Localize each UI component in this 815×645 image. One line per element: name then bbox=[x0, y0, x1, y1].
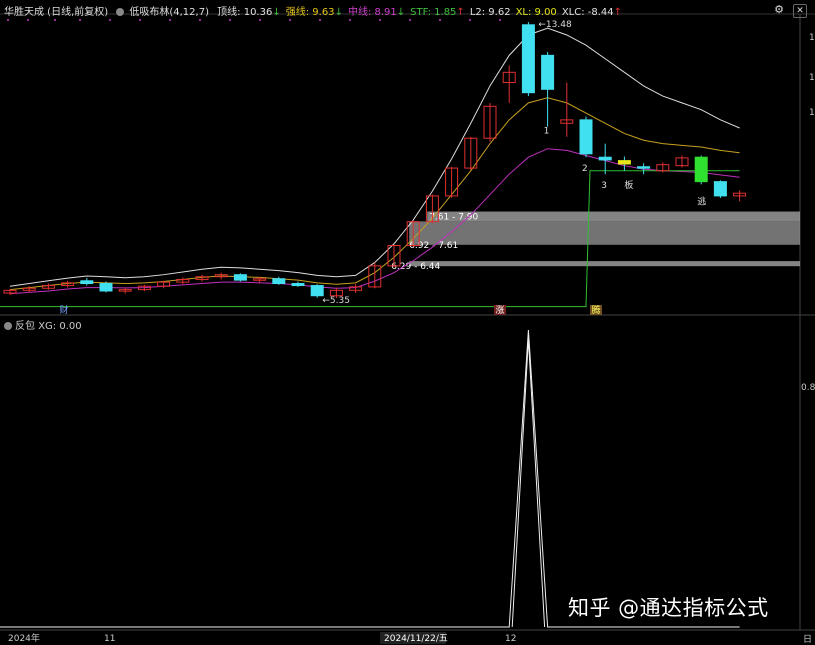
chart-canvas[interactable]: 7.61 - 7.906.92 - 7.616.29 - 6.44←13.48←… bbox=[0, 0, 815, 645]
watermark: 知乎 @通达指标公式 bbox=[568, 596, 769, 620]
top-dot-10 bbox=[289, 19, 291, 21]
right-corner-label: 日 bbox=[803, 634, 812, 645]
top-dot-12 bbox=[349, 19, 351, 21]
indicator-value-1: 强线: 9.63 bbox=[285, 7, 335, 18]
top-dot-1 bbox=[27, 19, 29, 21]
date-label-3: 12 bbox=[505, 634, 516, 644]
top-dot-4 bbox=[109, 19, 111, 21]
candle-body-27 bbox=[521, 24, 535, 94]
top-dot-7 bbox=[199, 19, 201, 21]
top-dot-17 bbox=[499, 19, 501, 21]
candle-body-12 bbox=[233, 274, 247, 281]
top-dot-14 bbox=[409, 19, 411, 21]
right-axis-label-2: 1 bbox=[809, 108, 815, 118]
marker-zhang: 涨 bbox=[495, 305, 504, 316]
candle-body-14 bbox=[272, 278, 286, 285]
strong-line bbox=[9, 97, 740, 291]
marker-teng: 腾 bbox=[591, 304, 600, 316]
sub-indicator-dot-icon[interactable] bbox=[4, 322, 12, 330]
support-zone-2 bbox=[409, 221, 800, 245]
indicator-arrow-3: ↑ bbox=[456, 7, 465, 18]
indicator-arrow-2: ↓ bbox=[396, 7, 406, 18]
top-dot-0 bbox=[7, 19, 9, 21]
indicator-value-4: L2: 9.62 bbox=[469, 7, 511, 18]
candle-body-30 bbox=[579, 119, 593, 155]
top-dot-13 bbox=[379, 19, 381, 21]
candle-body-5 bbox=[99, 283, 113, 292]
top-dot-11 bbox=[319, 19, 321, 21]
indicator-value-6: XLC: -8.44 bbox=[561, 7, 614, 18]
marker-cai: 财 bbox=[59, 304, 68, 316]
date-label-0: 2024年 bbox=[8, 632, 40, 644]
close-icon[interactable]: ✕ bbox=[793, 4, 807, 18]
indicator-values: 顶线: 10.36↓ 强线: 9.63↓ 中线: 8.91↓ STF: 1.85↑ L2… bbox=[217, 7, 627, 18]
top-dot-5 bbox=[139, 19, 141, 21]
sub-indicator-value: XG: 0.00 bbox=[38, 321, 82, 332]
sub-header: 反包 XG: 0.00 bbox=[4, 317, 82, 332]
candle-body-28 bbox=[541, 54, 555, 90]
settings-icon[interactable]: ⚙ bbox=[773, 4, 785, 16]
indicator-arrow-6: ↑ bbox=[613, 7, 623, 18]
indicator-value-3: STF: 1.85 bbox=[410, 7, 457, 18]
indicator-value-2: 中线: 8.91 bbox=[347, 7, 397, 18]
indicator-value-5: XL: 9.00 bbox=[515, 7, 557, 18]
candle-body-16 bbox=[310, 285, 324, 297]
right-axis-label-3: 0.80 bbox=[801, 383, 815, 393]
indicator-value-0: 顶线: 10.36 bbox=[217, 7, 273, 18]
top-dot-2 bbox=[54, 19, 56, 21]
indicator-arrow-1: ↓ bbox=[334, 7, 343, 18]
right-axis-label-1: 1 bbox=[809, 73, 815, 83]
candle-body-37 bbox=[713, 181, 727, 197]
support-zone-1 bbox=[427, 211, 800, 222]
indicator-dot-icon[interactable] bbox=[116, 8, 125, 16]
xg-peak-inner bbox=[511, 338, 546, 628]
zone-label-3: 6.29 - 6.44 bbox=[391, 262, 440, 272]
right-axis-label-0: 1 bbox=[809, 33, 815, 43]
candle-body-4 bbox=[80, 280, 94, 285]
seq-label-3: 3 bbox=[601, 181, 607, 191]
seq-label-2: 2 bbox=[582, 164, 588, 174]
seq-label-1: 1 bbox=[544, 126, 550, 136]
candle-body-33 bbox=[637, 166, 651, 169]
top-dot-8 bbox=[229, 19, 231, 21]
support-zone-3 bbox=[409, 261, 800, 267]
candle-body-36 bbox=[694, 156, 708, 183]
tao-label: 逃 bbox=[697, 196, 706, 208]
sub-indicator-name[interactable]: 反包 bbox=[15, 321, 35, 332]
top-dot-9 bbox=[259, 19, 261, 21]
top-dot-15 bbox=[439, 19, 441, 21]
candle-body-15 bbox=[291, 283, 305, 287]
date-label-1: 11 bbox=[104, 634, 115, 644]
ban-label: 板 bbox=[624, 179, 633, 191]
candle-body-31 bbox=[598, 156, 612, 161]
indicator-arrow-0: ↓ bbox=[272, 7, 281, 18]
top-dot-16 bbox=[469, 19, 471, 21]
main-header: 华胜天成 (日线,前复权) 低吸布林(4,12,7) 顶线: 10.36↓ 强线:… bbox=[4, 3, 632, 18]
low-label: ←5.35 bbox=[322, 296, 350, 306]
indicator-name[interactable]: 低吸布林(4,12,7) bbox=[129, 7, 209, 18]
high-label: ←13.48 bbox=[538, 20, 572, 30]
stock-title: 华胜天成 (日线,前复权) bbox=[4, 7, 109, 18]
top-line bbox=[9, 27, 740, 287]
xg-line bbox=[0, 329, 740, 628]
date-label-2: 2024/11/22/五 bbox=[384, 634, 448, 644]
top-dot-6 bbox=[169, 19, 171, 21]
top-dot-3 bbox=[79, 19, 81, 21]
candle-body-32 bbox=[617, 160, 631, 165]
